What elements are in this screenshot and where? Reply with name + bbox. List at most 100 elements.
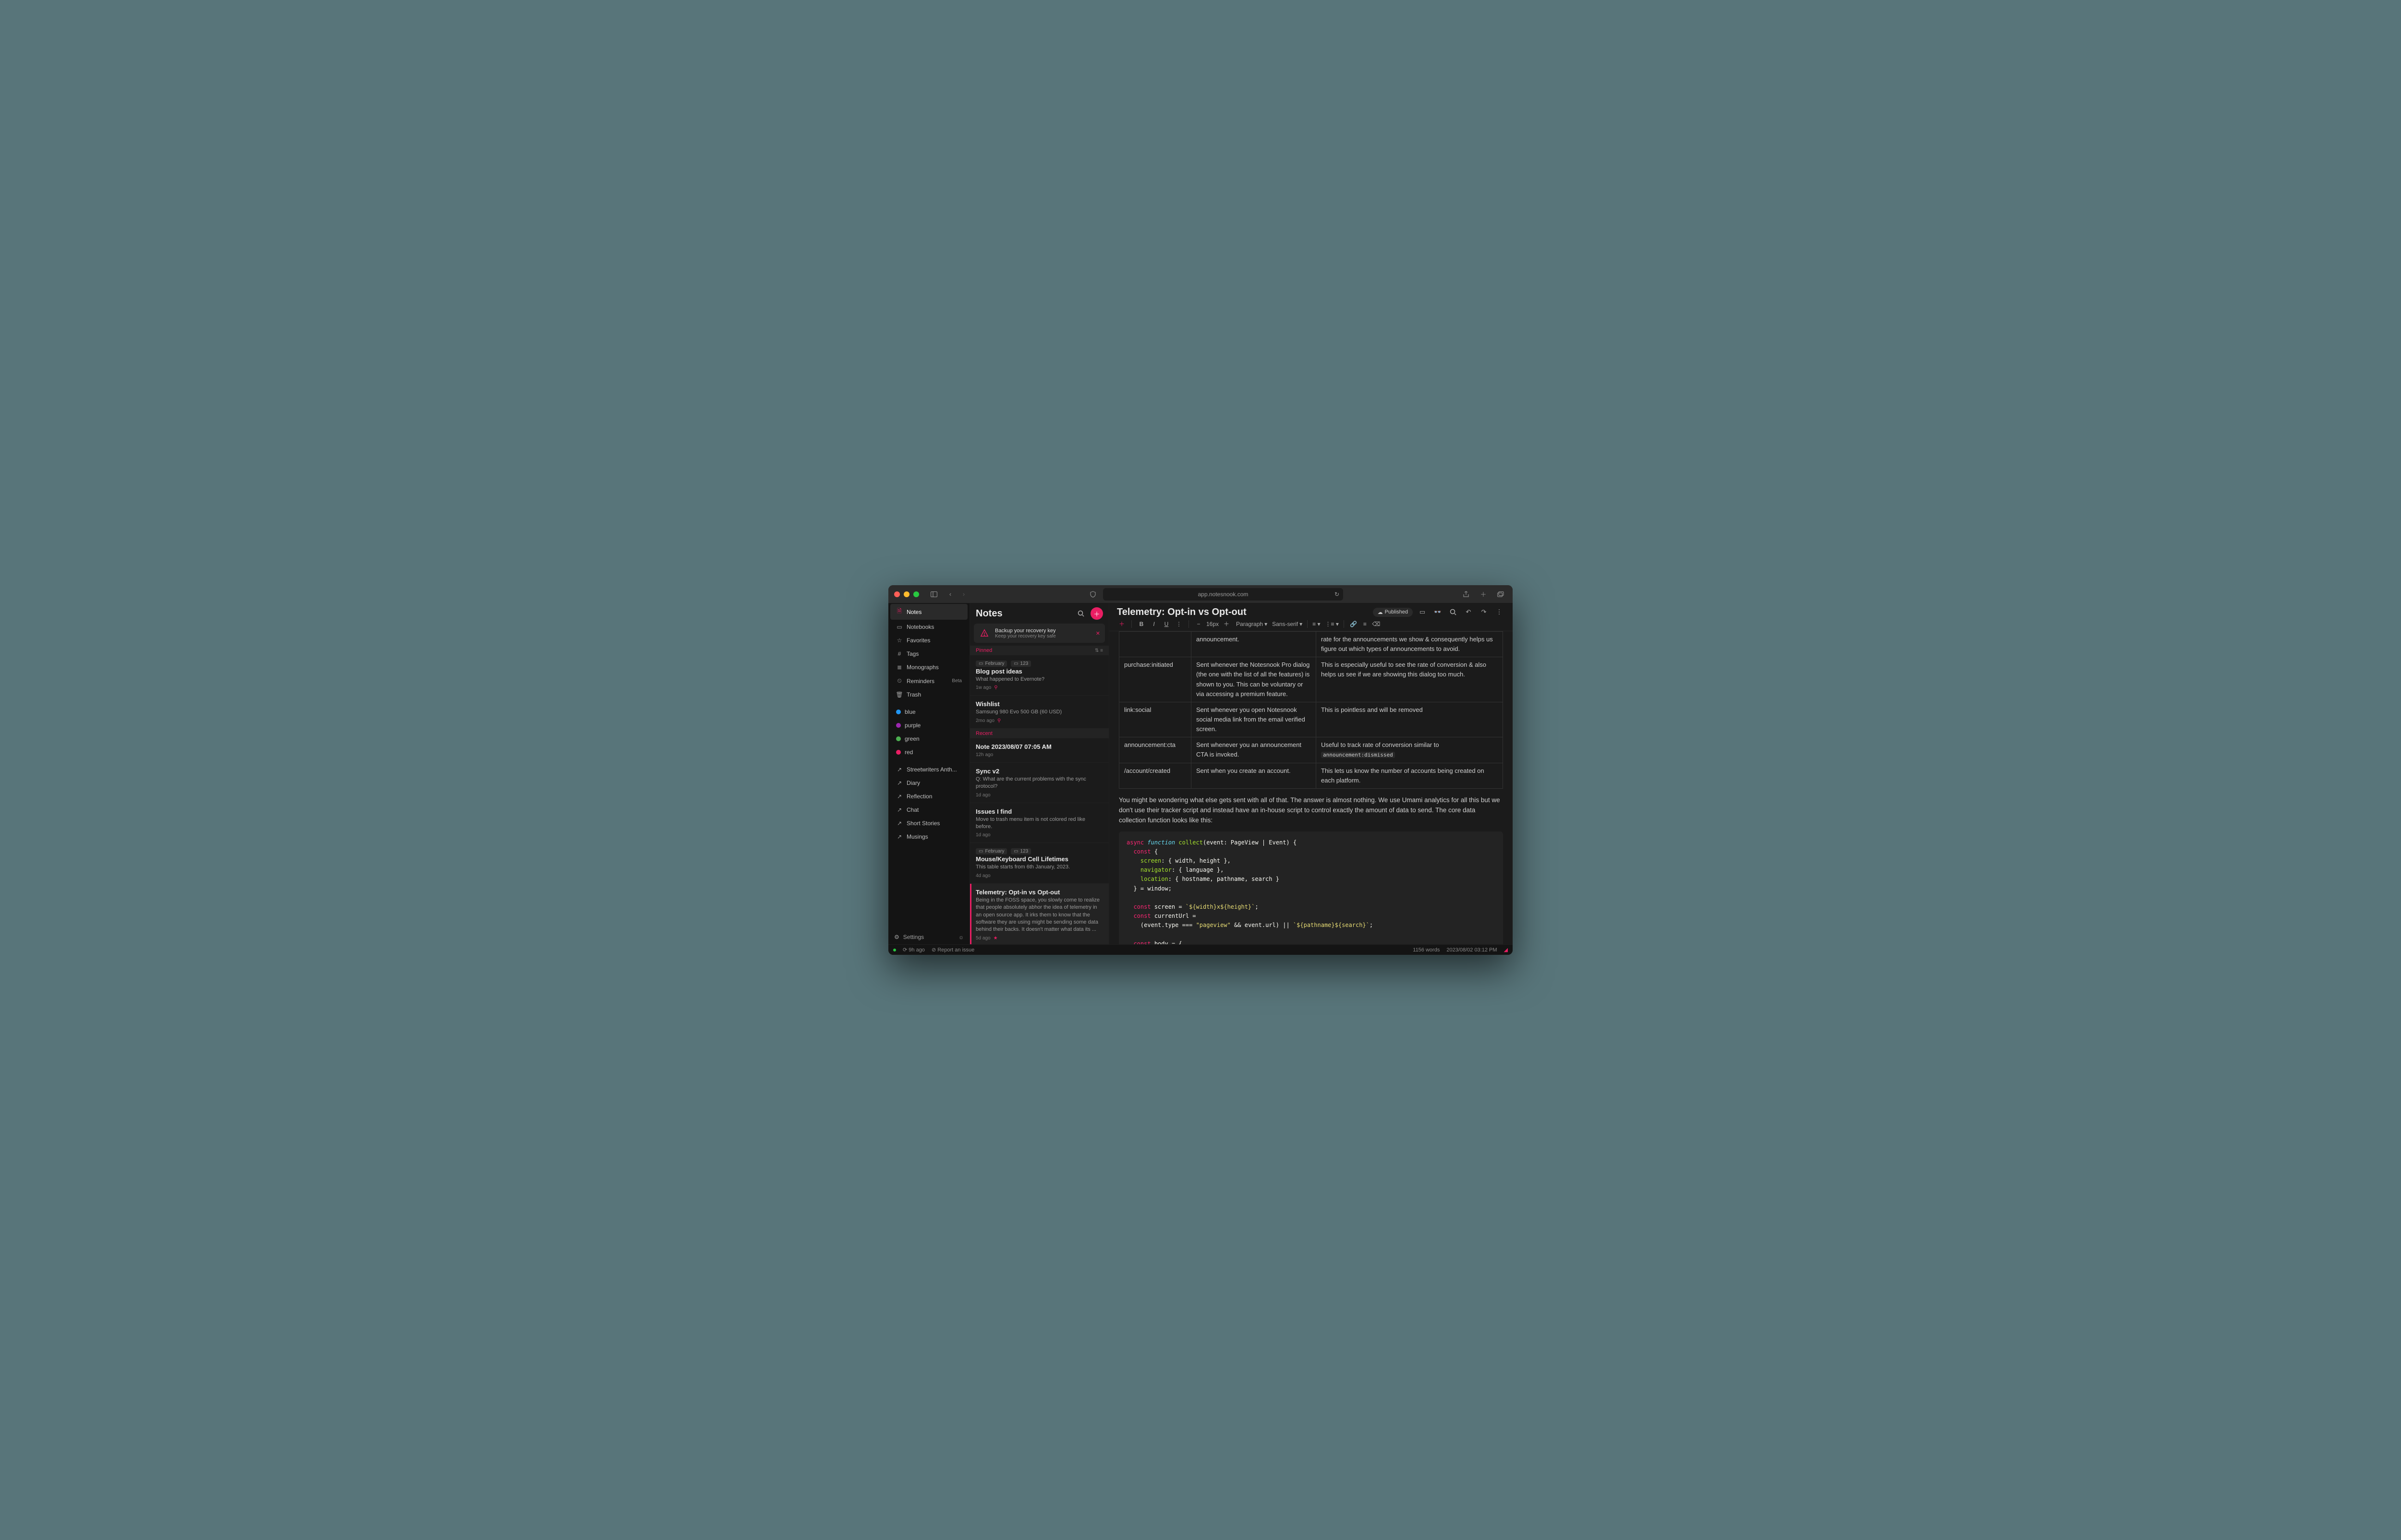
editor-toolbar: ＋ B I U ⋮ − 16px ＋ Paragraph ▾ Sans-seri…	[1109, 618, 1513, 631]
tabs-icon[interactable]	[1494, 589, 1507, 600]
forward-icon[interactable]: ›	[958, 589, 970, 600]
sidebar-item-label: Diary	[907, 780, 920, 786]
note-item[interactable]: ▭ February ▭ 123 Blog post ideas What ha…	[970, 655, 1109, 696]
shield-icon[interactable]	[1087, 589, 1099, 600]
search-icon[interactable]	[1075, 608, 1087, 619]
sidebar-item-label: Favorites	[907, 637, 930, 644]
redo-icon[interactable]: ↷	[1478, 606, 1490, 618]
warning-icon	[979, 627, 990, 639]
note-item[interactable]: Telemetry: Opt-in vs Opt-out Being in th…	[970, 884, 1109, 944]
chevron-down-icon: ▾	[1299, 621, 1302, 627]
more-format-icon[interactable]: ⋮	[1174, 621, 1184, 627]
published-pill[interactable]: ☁Published	[1373, 608, 1413, 617]
sidebar-item-tags[interactable]: # Tags	[890, 648, 968, 660]
pin-status-icon[interactable]: ◢	[1504, 947, 1508, 953]
reload-icon[interactable]: ↻	[1334, 591, 1339, 598]
insert-icon[interactable]: ＋	[1117, 620, 1127, 628]
ordered-list-icon[interactable]: ≡ ▾	[1312, 621, 1320, 627]
editor-body[interactable]: announcement.rate for the announcements …	[1109, 631, 1513, 944]
sidebar-item-trash[interactable]: 🗑 Trash	[890, 688, 968, 701]
close-icon[interactable]: ✕	[1096, 630, 1100, 637]
sidebar-item-label: Streetwriters Anth...	[907, 766, 957, 773]
minimize-window-icon[interactable]	[904, 591, 909, 597]
increase-size-icon[interactable]: ＋	[1222, 620, 1231, 628]
paragraph: You might be wondering what else gets se…	[1119, 795, 1503, 826]
sort-icon[interactable]: ⇅ ≡	[1095, 648, 1103, 653]
table-row: /account/createdSent when you create an …	[1119, 763, 1503, 788]
url-text: app.notesnook.com	[1198, 591, 1249, 598]
sidebar-settings[interactable]: ⚙ Settings ☼	[888, 930, 970, 944]
status-bar: ⟳ 9h ago ⊘ Report an issue 1156 words 20…	[888, 944, 1513, 955]
sidebar-color-blue[interactable]: blue	[890, 706, 968, 718]
block-type-select[interactable]: Paragraph ▾	[1236, 621, 1267, 627]
sidebar-color-green[interactable]: green	[890, 733, 968, 745]
sidebar-item-label: green	[905, 735, 920, 742]
notes-icon: 🗎	[896, 607, 903, 617]
theme-toggle-icon[interactable]: ☼	[958, 934, 964, 940]
sidebar-color-red[interactable]: red	[890, 746, 968, 758]
sidebar-toggle-icon[interactable]	[928, 589, 940, 600]
sidebar-shortcut[interactable]: ↗Reflection	[890, 790, 968, 803]
shortcut-icon: ↗	[896, 806, 903, 813]
close-window-icon[interactable]	[894, 591, 900, 597]
editor-title[interactable]: Telemetry: Opt-in vs Opt-out	[1117, 607, 1369, 618]
search-note-icon[interactable]	[1447, 606, 1459, 618]
sidebar-item-label: Reflection	[907, 793, 932, 800]
note-item[interactable]: Sync v2 Q: What are the current problems…	[970, 763, 1109, 803]
folder-badge: ▭ 123	[1011, 848, 1031, 854]
datetime: 2023/08/02 03:12 PM	[1446, 947, 1497, 953]
bold-icon[interactable]: B	[1137, 621, 1146, 627]
events-table: announcement.rate for the announcements …	[1119, 631, 1503, 789]
sidebar-item-notes[interactable]: 🗎 Notes	[890, 604, 968, 620]
table-row: announcement.rate for the announcements …	[1119, 632, 1503, 657]
underline-icon[interactable]: U	[1162, 621, 1171, 627]
new-tab-icon[interactable]: ＋	[1477, 589, 1490, 600]
sidebar-item-label: Musings	[907, 833, 928, 840]
report-issue[interactable]: ⊘ Report an issue	[932, 947, 974, 953]
note-title: Blog post ideas	[976, 668, 1103, 675]
font-family-select[interactable]: Sans-serif ▾	[1272, 621, 1302, 627]
more-icon[interactable]: ⋮	[1493, 606, 1505, 618]
note-item[interactable]: ▭ February ▭ 123 Mouse/Keyboard Cell Lif…	[970, 843, 1109, 883]
undo-icon[interactable]: ↶	[1463, 606, 1474, 618]
align-icon[interactable]: ≡	[1363, 621, 1367, 627]
recovery-key-banner[interactable]: Backup your recovery key Keep your recov…	[974, 624, 1105, 643]
sidebar-item-notebooks[interactable]: ▭ Notebooks	[890, 621, 968, 633]
share-icon[interactable]	[1460, 589, 1472, 600]
address-bar[interactable]: app.notesnook.com ↻	[1103, 588, 1343, 601]
clear-format-icon[interactable]: ⌫	[1371, 621, 1381, 627]
link-icon[interactable]: 🔗	[1349, 621, 1358, 627]
note-item[interactable]: Note 2023/08/07 07:05 AM 12h ago	[970, 738, 1109, 763]
note-title: Wishlist	[976, 700, 1103, 708]
section-recent: Recent	[970, 729, 1109, 738]
sidebar-item-label: Notebooks	[907, 624, 934, 630]
sidebar-item-monographs[interactable]: ≣ Monographs	[890, 661, 968, 674]
decrease-size-icon[interactable]: −	[1194, 621, 1203, 627]
add-note-button[interactable]: ＋	[1091, 607, 1103, 620]
sidebar-shortcut[interactable]: ↗Chat	[890, 804, 968, 816]
unordered-list-icon[interactable]: ⋮≡ ▾	[1325, 621, 1339, 627]
sidebar-color-purple[interactable]: purple	[890, 719, 968, 732]
back-icon[interactable]: ‹	[944, 589, 957, 600]
sidebar-shortcut[interactable]: ↗ Diary	[890, 777, 968, 789]
sidebar-item-label: red	[905, 749, 913, 756]
sync-status-icon	[893, 949, 896, 951]
italic-icon[interactable]: I	[1149, 621, 1159, 627]
shortcut-icon: ↗	[896, 780, 903, 786]
sidebar-item-favorites[interactable]: ☆ Favorites	[890, 634, 968, 647]
note-item[interactable]: Wishlist Samsung 980 Evo 500 GB (60 USD)…	[970, 696, 1109, 728]
sidebar-item-reminders[interactable]: ⏲ Reminders Beta	[890, 674, 968, 687]
note-list-title: Notes	[976, 608, 1071, 619]
word-count: 1156 words	[1413, 947, 1440, 953]
maximize-window-icon[interactable]	[913, 591, 919, 597]
properties-icon[interactable]: 👓	[1432, 606, 1443, 618]
note-item[interactable]: Issues I find Move to trash menu item is…	[970, 803, 1109, 843]
font-size-select[interactable]: 16px	[1206, 621, 1219, 627]
sidebar-shortcut[interactable]: ↗Musings	[890, 830, 968, 843]
sync-time[interactable]: ⟳ 9h ago	[903, 947, 925, 953]
sidebar-shortcut[interactable]: ↗Short Stories	[890, 817, 968, 830]
focus-mode-icon[interactable]: ▭	[1417, 606, 1428, 618]
sidebar-shortcut[interactable]: ↗Streetwriters Anth...	[890, 763, 968, 776]
note-excerpt: What happened to Evernote?	[976, 676, 1103, 683]
note-title: Mouse/Keyboard Cell Lifetimes	[976, 855, 1103, 863]
